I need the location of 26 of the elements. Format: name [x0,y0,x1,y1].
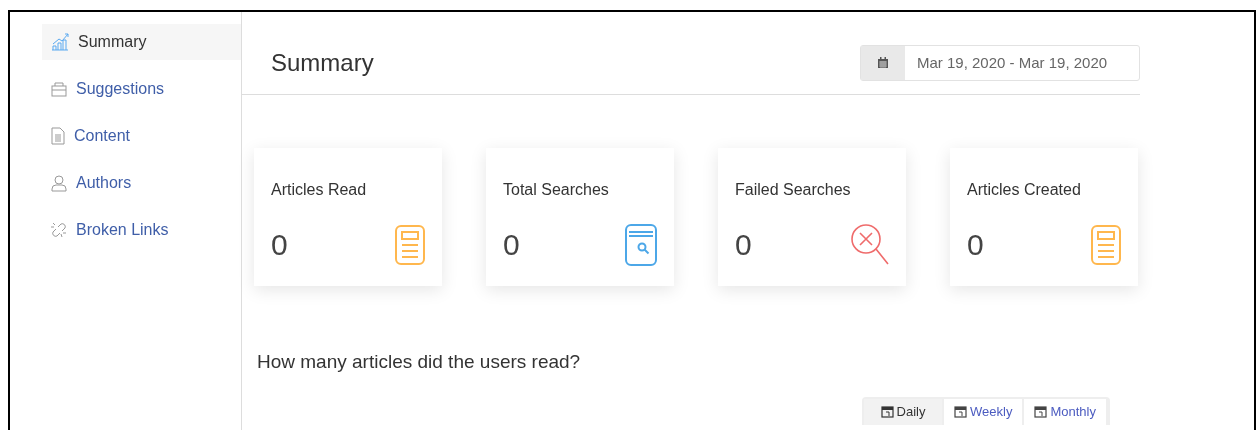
section-heading: How many articles did the users read? [257,350,582,374]
stat-label: Articles Read [271,180,368,200]
stat-value: 0 [735,227,752,263]
calendar-icon [880,404,894,418]
sidebar-item[interactable]: Suggestions [42,71,241,107]
calendar-icon [1034,404,1048,418]
stat-label: Failed Searches [735,180,852,200]
stat-value: 0 [503,227,520,263]
broken-link-icon [50,221,68,239]
stat-label: Total Searches [503,180,610,200]
stat-value: 0 [271,227,288,263]
sidebar-item[interactable]: Content [42,118,241,154]
stat-value: 0 [967,227,984,263]
person-icon [50,174,68,192]
inbox-icon [50,80,68,98]
chart-icon [50,32,70,52]
calendar-icon [954,404,968,418]
sidebar-item[interactable]: Summary [42,24,241,60]
stat-label: Articles Created [967,180,1082,200]
calendar-icon [877,57,889,69]
sidebar-item[interactable]: Authors [42,165,241,201]
period-tab[interactable]: Daily [864,398,945,425]
document-icon [50,127,66,145]
sidebar-item[interactable]: Broken Links [42,212,241,248]
page-title: Summary [271,48,374,78]
date-range-picker[interactable]: Mar 19, 2020 - Mar 19, 2020 [860,45,1140,81]
